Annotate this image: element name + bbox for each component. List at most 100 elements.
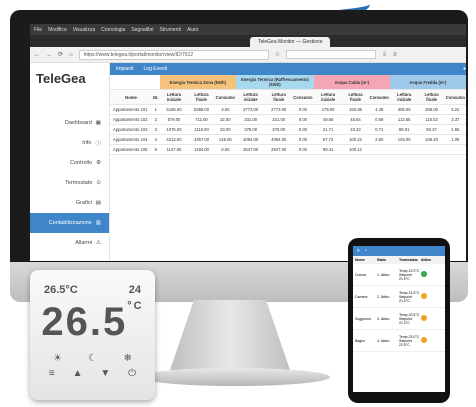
status-dot-icon <box>421 337 427 343</box>
user-icon[interactable]: ● <box>463 66 466 72</box>
star-icon[interactable]: ☆ <box>275 51 280 58</box>
table-cell: 0.59 <box>368 114 390 125</box>
power-key[interactable]: ⏻ <box>128 368 136 379</box>
table-cell: 21.71 <box>313 124 343 135</box>
menu-history[interactable]: Cronologia <box>101 27 125 33</box>
apartment-name: Appartamento 103 <box>110 124 152 135</box>
menu-view[interactable]: Visualizza <box>73 27 95 33</box>
nav-impianti[interactable]: Impianti <box>116 66 134 72</box>
table-body: Appartamento 101 1 5165.00 5368.00 3.00 2773.… <box>110 104 466 155</box>
table-cell: 5368.00 <box>188 104 215 115</box>
table-cell: 1.09 <box>444 134 466 145</box>
list-item[interactable]: Bagno 4. Attivo Temp 23.0°C Setpoint 22.0°… <box>353 330 445 352</box>
browser-tab[interactable]: TeleGea Monitor — Gestione <box>250 37 331 47</box>
apartment-name: Appartamento 105 <box>110 144 152 155</box>
menu-tools[interactable]: Strumenti <box>160 27 181 33</box>
monitor-stand <box>170 300 290 370</box>
menu-help[interactable]: Aiuto <box>187 27 198 33</box>
column-headers: Nome Nr. Lettura iniziale Lettura finale Con… <box>110 89 466 105</box>
column-header[interactable]: Consumo <box>214 89 236 105</box>
download-icon[interactable]: ⇩ <box>382 51 387 58</box>
outside-temp: 24 <box>128 284 141 296</box>
column-header[interactable]: Lettura finale <box>188 89 215 105</box>
table-cell: 378.00 <box>265 124 293 135</box>
column-header[interactable]: Consumo <box>444 89 466 105</box>
menu-icon[interactable]: ≡ <box>357 248 360 254</box>
screen: File Modifica Visualizza Cronologia Segn… <box>30 24 466 269</box>
apartment-name: Appartamento 104 <box>110 134 152 145</box>
sidebar-item-allarmi[interactable]: Allarmi ⚠ <box>30 233 109 253</box>
table-cell: 1194.00 <box>188 144 215 155</box>
logo: TeleGea <box>36 71 86 86</box>
home-icon[interactable]: ⌂ <box>69 52 73 58</box>
column-header[interactable]: Consumo <box>292 89 314 105</box>
column-header[interactable]: Nome <box>110 89 152 105</box>
phone-list: Cucina 1. Attivo Temp 22.0°C Setpoint 21.0… <box>353 264 445 352</box>
url-field[interactable]: https://www.telegea.it/portal/monitor/vi… <box>78 49 269 60</box>
menu-edit[interactable]: Modifica <box>48 27 67 33</box>
group-header: Acqua Calda (m³) <box>313 75 390 90</box>
nav-log[interactable]: Log Eventi <box>144 66 168 72</box>
table-cell: 679.00 <box>159 114 189 125</box>
thermostat-keys: ≡ ▲ ▼ ⏻ <box>40 368 145 379</box>
sidebar: TeleGea Dashboard ▦ Info ⓘ Controllo ⚙ Term… <box>30 63 110 269</box>
menu-icon[interactable]: ≡ <box>393 52 397 58</box>
apartment-name: Appartamento 102 <box>110 114 152 125</box>
table-cell: 49.65 <box>313 114 343 125</box>
table-cell: 22.43 <box>342 124 369 135</box>
column-header[interactable]: Lettura iniziale <box>389 89 419 105</box>
control-icon: ⚙ <box>96 160 101 166</box>
column-header[interactable]: Consumo <box>368 89 390 105</box>
column-header[interactable]: Lettura finale <box>342 89 369 105</box>
table-row[interactable]: Appartamento 103 3 1075.00 1118.00 33.00 378.… <box>110 124 466 135</box>
column-header[interactable]: Lettura finale <box>265 89 293 105</box>
search-field[interactable] <box>286 50 377 59</box>
list-item[interactable]: Camera 2. Attivo Temp 21.5°C Setpoint 21.0… <box>353 286 445 308</box>
table-cell: 0.00 <box>292 134 314 145</box>
list-item-name: Soggiorno <box>355 316 371 321</box>
list-item[interactable]: Soggiorno 3. Attivo Temp 20.5°C Setpoint 2… <box>353 308 445 330</box>
table-cell: 3.00 <box>214 104 236 115</box>
table-cell: 711.00 <box>188 114 215 125</box>
column-header[interactable]: Lettura finale <box>418 89 445 105</box>
bell-icon[interactable]: ◔ <box>364 248 367 254</box>
menu-file[interactable]: File <box>34 27 42 33</box>
table-row[interactable]: Appartamento 105 5 1147.00 1194.00 0.00 2547.… <box>110 144 466 155</box>
table-cell <box>444 144 466 155</box>
menu-key[interactable]: ≡ <box>49 368 55 379</box>
group-header: Acqua Fredda (m³) <box>389 75 466 90</box>
dashboard-icon: ▦ <box>95 120 101 126</box>
column-header[interactable]: Lettura iniziale <box>159 89 189 105</box>
table-cell: 0.00 <box>292 104 314 115</box>
table-cell: 45.54 <box>342 114 369 125</box>
table-cell: 4094.00 <box>235 134 266 145</box>
table-cell: 4212.00 <box>159 134 189 145</box>
list-item-desc: Temp 21.5°C Setpoint 21.0°C <box>399 290 420 303</box>
column-header[interactable]: Lettura iniziale <box>235 89 266 105</box>
down-key[interactable]: ▼ <box>100 368 110 379</box>
table-cell: 2547.00 <box>265 144 293 155</box>
list-item[interactable]: Cucina 1. Attivo Temp 22.0°C Setpoint 21.0… <box>353 264 445 286</box>
back-icon[interactable]: ← <box>34 52 40 58</box>
forward-icon[interactable]: → <box>46 52 52 58</box>
smartphone: ≡ ◔ Nome Stato Termostato Attivo Cucina 1… <box>348 238 450 403</box>
chart-icon: ▤ <box>95 200 101 206</box>
list-item-name: Cucina <box>355 272 366 277</box>
column-header[interactable]: Nr. <box>152 89 160 105</box>
sidebar-item-termostato[interactable]: Termostato ⊙ <box>30 173 109 193</box>
table-row[interactable]: Appartamento 102 2 679.00 711.00 32.00 331.00… <box>110 114 466 125</box>
moon-icon: ☾ <box>88 353 98 364</box>
up-key[interactable]: ▲ <box>73 368 83 379</box>
table-row[interactable]: Appartamento 104 4 4212.00 4357.00 145.00 409… <box>110 134 466 145</box>
menu-bookmarks[interactable]: Segnalibri <box>131 27 153 33</box>
sidebar-item-controllo[interactable]: Controllo ⚙ <box>30 153 109 173</box>
list-item-desc: Temp 20.5°C Setpoint 21.0°C <box>399 312 420 325</box>
column-header[interactable]: Lettura iniziale <box>313 89 343 105</box>
sidebar-item-grafici[interactable]: Grafici ▤ <box>30 193 109 213</box>
table-row[interactable]: Appartamento 101 1 5165.00 5368.00 3.00 2773.… <box>110 104 466 115</box>
reload-icon[interactable]: ⟳ <box>58 51 63 58</box>
sidebar-item-dashboard[interactable]: Dashboard ▦ <box>30 113 109 133</box>
status-dot-icon <box>421 271 427 277</box>
sidebar-item-info[interactable]: Info ⓘ <box>30 133 109 153</box>
sidebar-item-contabilizzazione[interactable]: Contabilizzazione ▥ <box>30 213 109 233</box>
